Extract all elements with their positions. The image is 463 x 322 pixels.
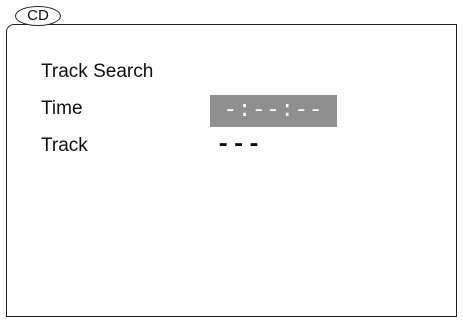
panel-title: Track Search (41, 61, 154, 82)
track-input-field[interactable]: --- (216, 132, 262, 159)
time-input-field[interactable]: -:--:-- (210, 95, 337, 127)
time-label: Time (41, 98, 83, 119)
cd-tab: CD (15, 6, 61, 26)
track-label: Track (41, 135, 88, 156)
